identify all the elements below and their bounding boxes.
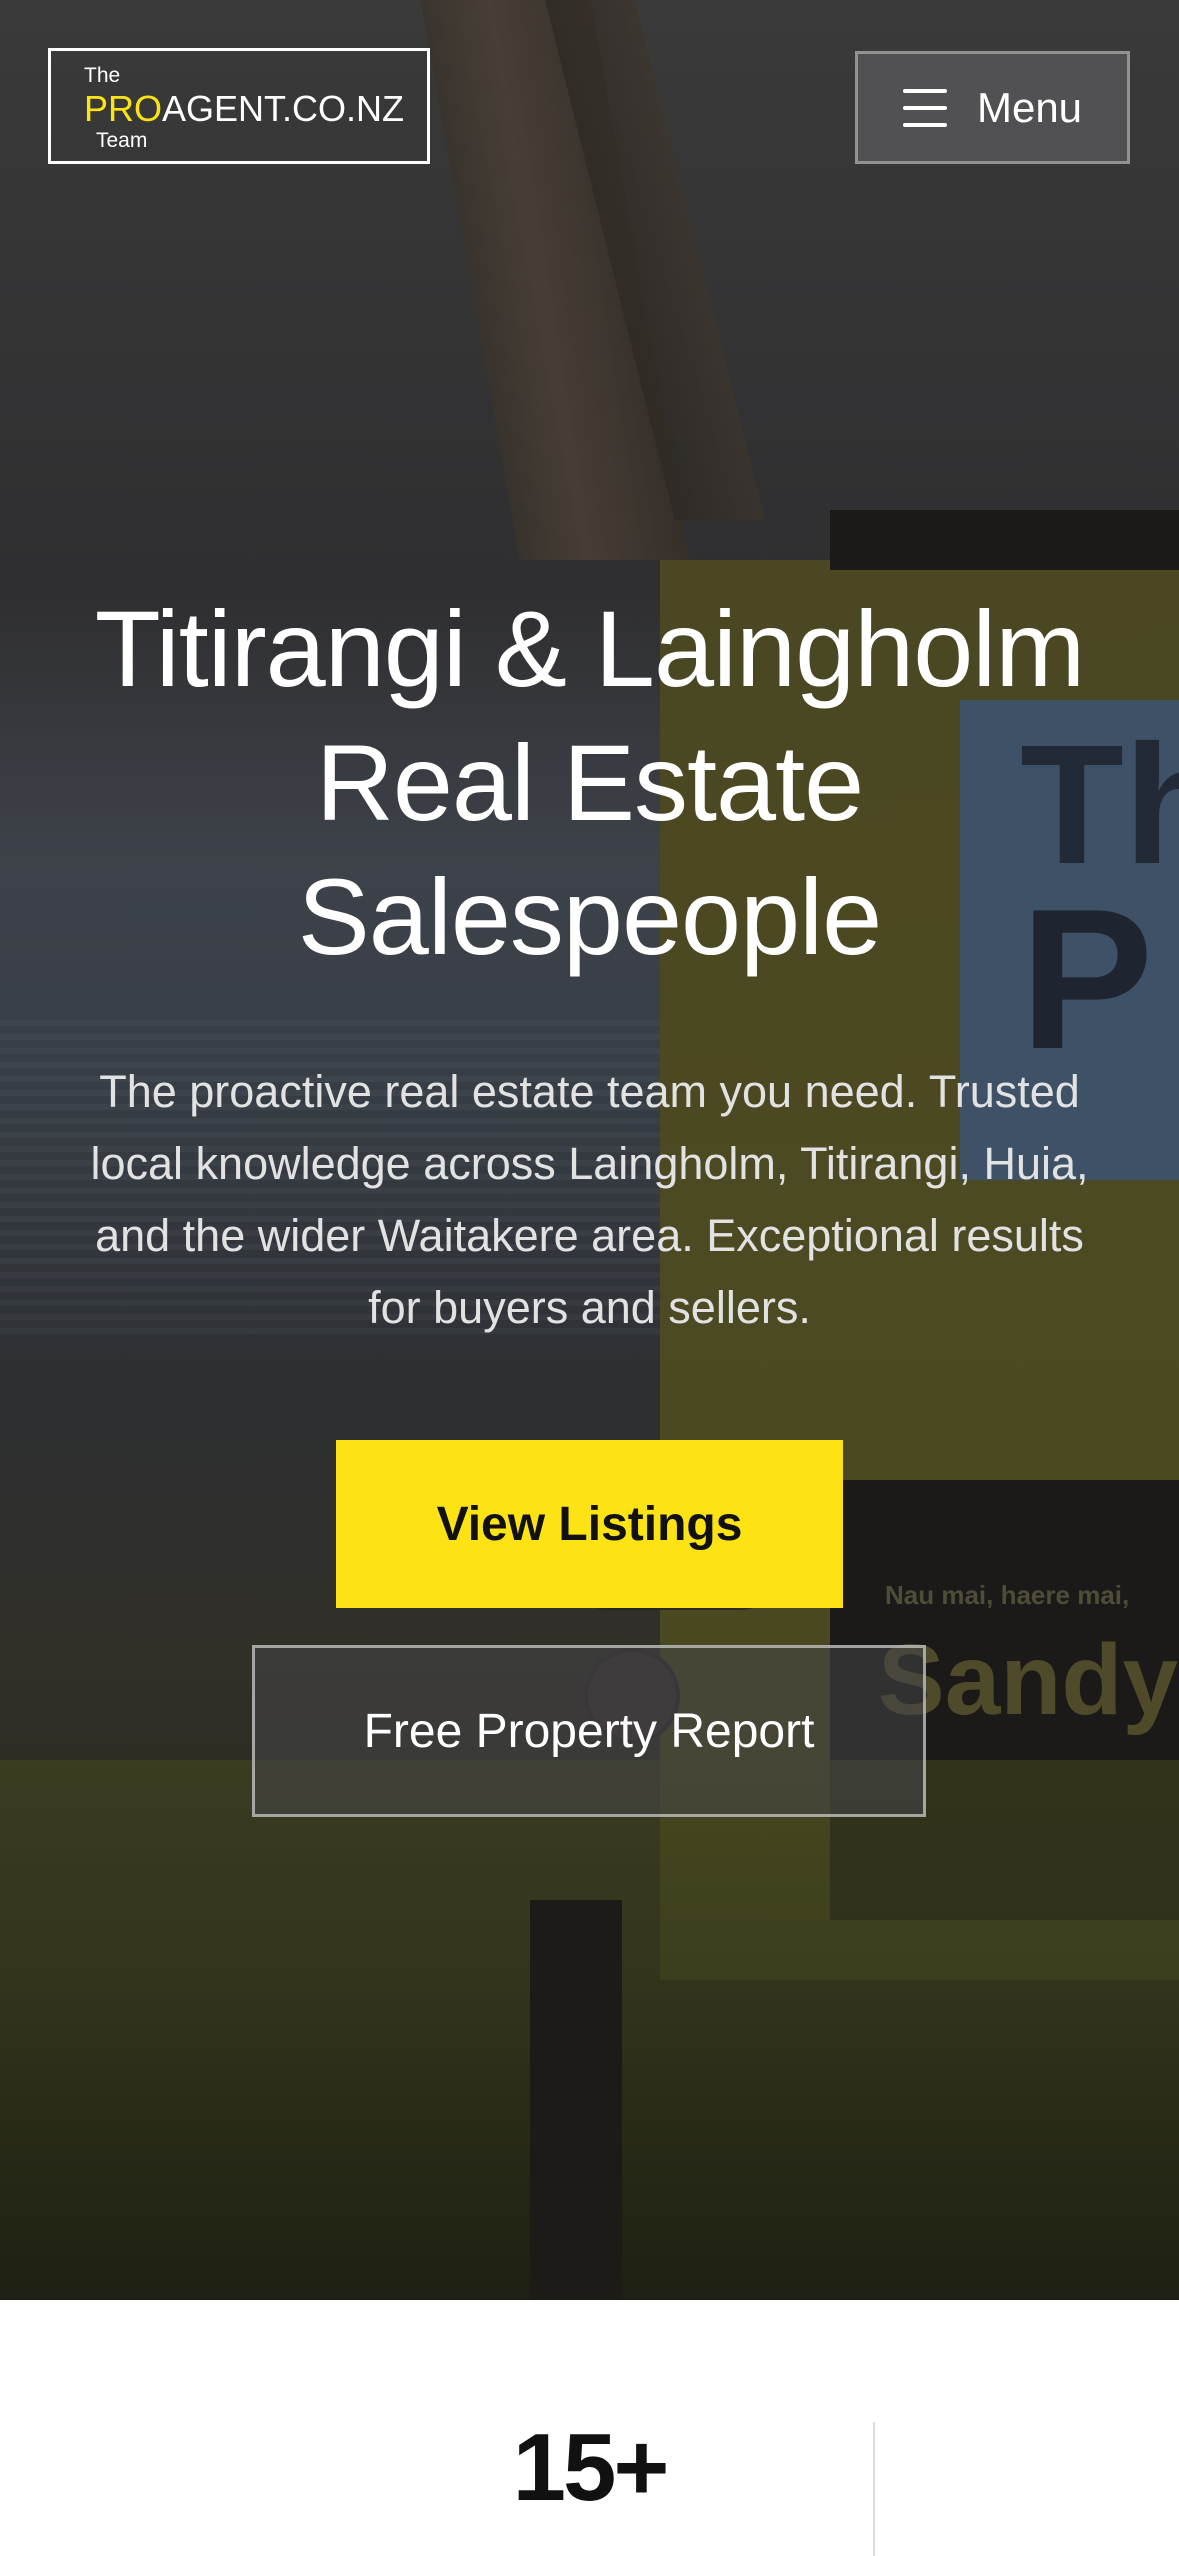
logo-text-the: The	[84, 64, 121, 87]
site-logo[interactable]: The PROAGENT.CO.NZ Team	[48, 48, 430, 164]
menu-label: Menu	[976, 83, 1083, 131]
hero-background-grass	[0, 1760, 1179, 2300]
hero-background-sign-frame	[830, 510, 1179, 570]
hero-title: Titirangi & Laingholm Real Estate Salesp…	[94, 588, 1086, 977]
hero-background-sign-pole	[530, 1900, 622, 2300]
hero-background-post	[420, 0, 690, 560]
hero-background-post-shadow	[545, 0, 765, 520]
menu-button[interactable]: Menu	[855, 51, 1130, 164]
hero-background-sign-greeting: Nau mai, haere mai,	[885, 1580, 1130, 1610]
logo-text-team: Team	[96, 129, 148, 152]
logo-text-pro: PRO	[84, 88, 163, 129]
hamburger-icon	[902, 88, 947, 127]
logo-text-domain: AGENT.CO.NZ	[162, 88, 405, 129]
stat-divider	[873, 2422, 875, 2556]
hero-description: The proactive real estate team you need.…	[90, 1066, 1089, 1333]
view-listings-button[interactable]: View Listings	[336, 1440, 843, 1608]
stats-section: 15+	[0, 2300, 1179, 2556]
free-property-report-button[interactable]: Free Property Report	[252, 1645, 926, 1817]
stat-value: 15+	[512, 2414, 670, 2521]
hero-section: Th P Nau mai, haere mai, Sandy The PROAG…	[0, 0, 1179, 2300]
logo-wordmark: PROAGENT.CO.NZ	[84, 91, 404, 127]
